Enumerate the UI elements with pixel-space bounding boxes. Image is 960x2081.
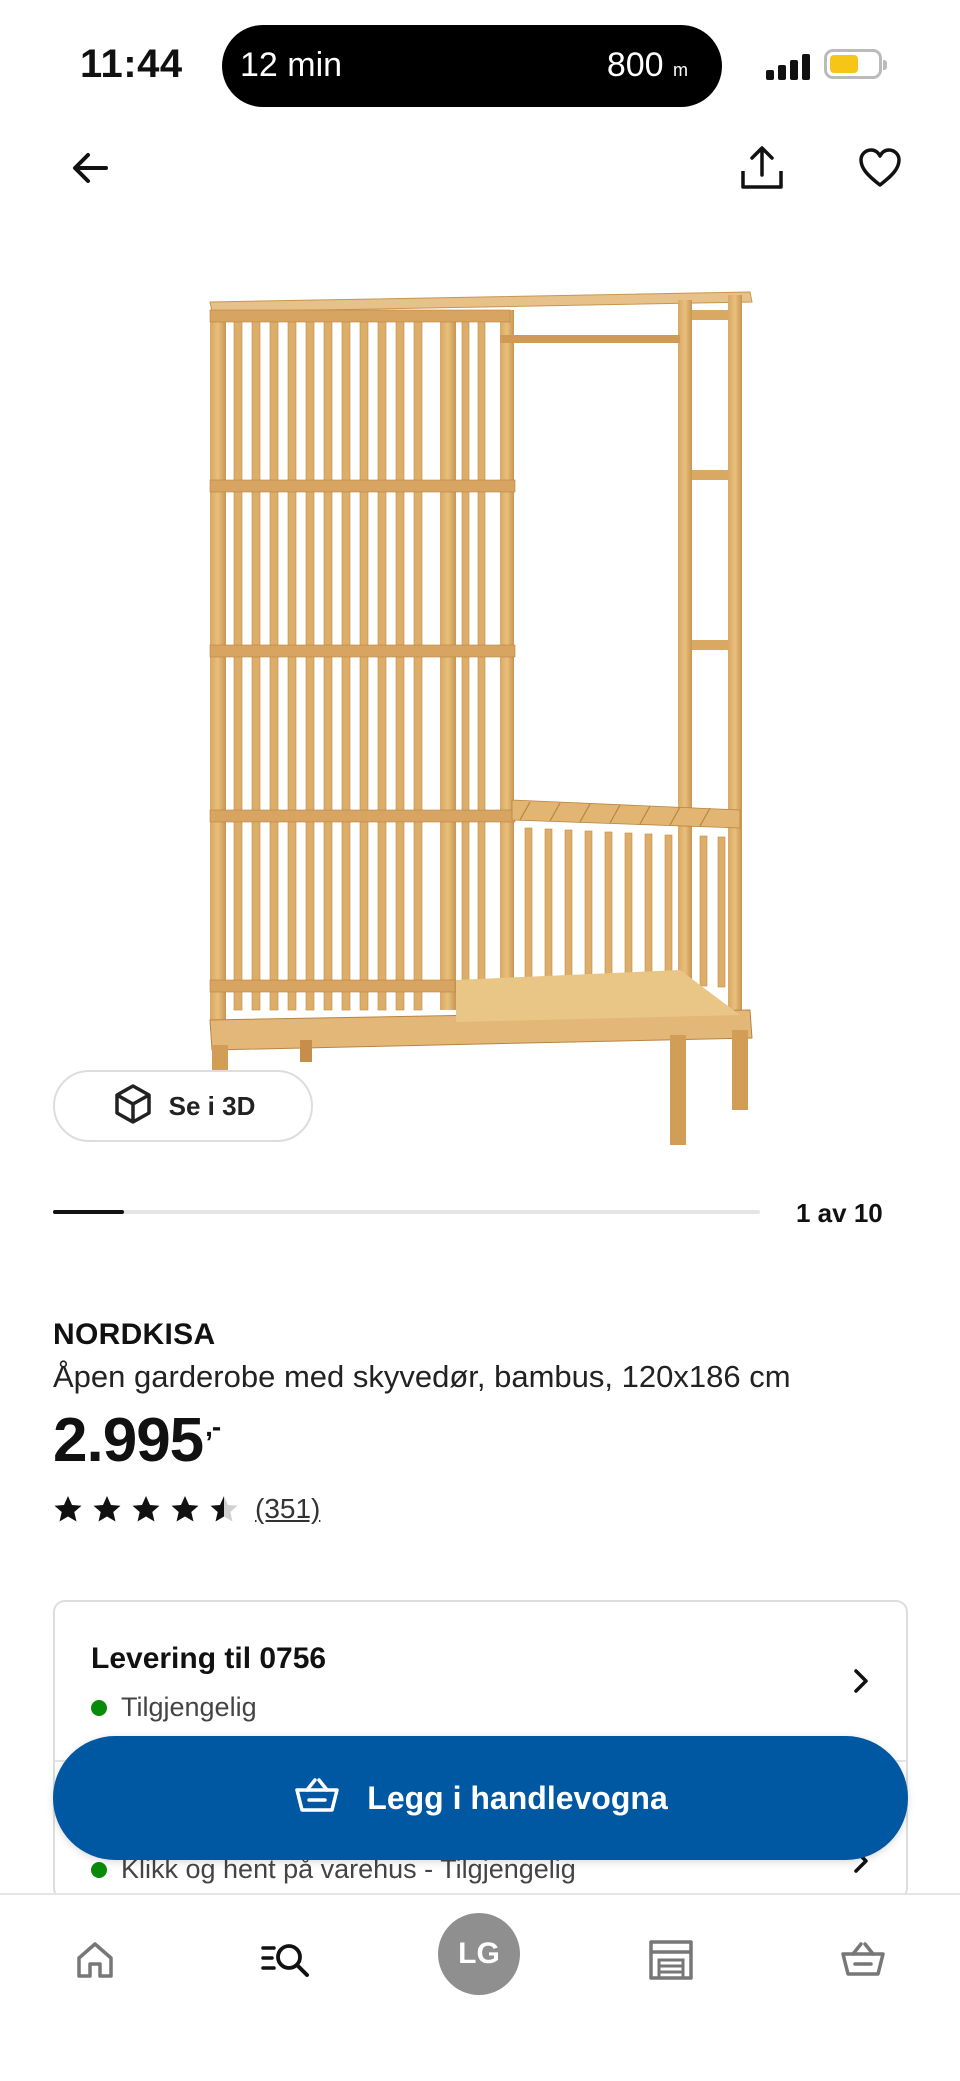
heart-icon[interactable] — [852, 140, 908, 196]
dynamic-island[interactable]: 12 min 800 m — [222, 25, 722, 107]
product-image[interactable] — [200, 280, 760, 1150]
product-price: 2.995,- — [53, 1405, 221, 1476]
delivery-status-text: Tilgjengelig — [121, 1692, 257, 1722]
star-icon — [54, 1496, 82, 1522]
add-to-cart-label: Legg i handlevogna — [367, 1779, 668, 1816]
search-icon — [261, 1944, 309, 1977]
share-icon[interactable] — [734, 140, 790, 196]
delivery-title: Levering til 0756 — [91, 1642, 327, 1675]
bottom-tab-bar: LG — [0, 1893, 960, 2081]
status-dot-icon — [91, 1861, 107, 1878]
cube-icon — [111, 1082, 155, 1131]
tab-cart[interactable] — [828, 1925, 898, 1995]
signal-icon — [766, 54, 812, 80]
status-dot-icon — [91, 1699, 107, 1716]
basket-icon — [293, 1776, 341, 1821]
product-rating[interactable]: (351) — [53, 1493, 320, 1525]
view-3d-button[interactable]: Se i 3D — [53, 1070, 313, 1142]
star-icon — [210, 1496, 238, 1522]
store-icon — [649, 1940, 693, 1980]
carousel-progress — [53, 1210, 760, 1214]
rating-stars — [53, 1494, 239, 1524]
battery-icon — [824, 49, 887, 79]
tab-home[interactable] — [60, 1925, 130, 1995]
star-icon — [93, 1496, 121, 1522]
status-time: 11:44 — [80, 42, 183, 86]
view-3d-label: Se i 3D — [168, 1090, 256, 1121]
basket-icon — [841, 1942, 885, 1976]
activity-distance: 800 m — [607, 46, 688, 85]
top-nav — [0, 130, 960, 210]
star-icon — [132, 1496, 160, 1522]
carousel-counter: 1 av 10 — [796, 1198, 883, 1228]
product-description: Åpen garderobe med skyvedør, bambus, 120… — [53, 1359, 791, 1394]
add-to-cart-button[interactable]: Legg i handlevogna — [53, 1736, 908, 1860]
activity-distance-unit: m — [673, 60, 688, 80]
activity-distance-value: 800 — [606, 46, 664, 84]
price-suffix: ,- — [205, 1411, 221, 1442]
chevron-right-icon — [854, 1669, 868, 1693]
delivery-status: Tilgjengelig — [91, 1692, 257, 1723]
review-count-link[interactable]: (351) — [255, 1493, 320, 1525]
tab-store[interactable] — [636, 1925, 706, 1995]
arrow-left-icon[interactable] — [62, 140, 118, 196]
home-icon — [77, 1942, 113, 1978]
tab-profile-avatar[interactable]: LG — [438, 1913, 520, 1995]
price-value: 2.995 — [53, 1406, 204, 1475]
carousel-progress-fill — [53, 1210, 124, 1214]
star-icon — [171, 1496, 199, 1522]
activity-duration: 12 min — [240, 46, 343, 84]
tab-search[interactable] — [252, 1925, 322, 1995]
product-name: NORDKISA — [53, 1318, 216, 1351]
status-bar: 11:44 12 min 800 m — [0, 0, 960, 130]
